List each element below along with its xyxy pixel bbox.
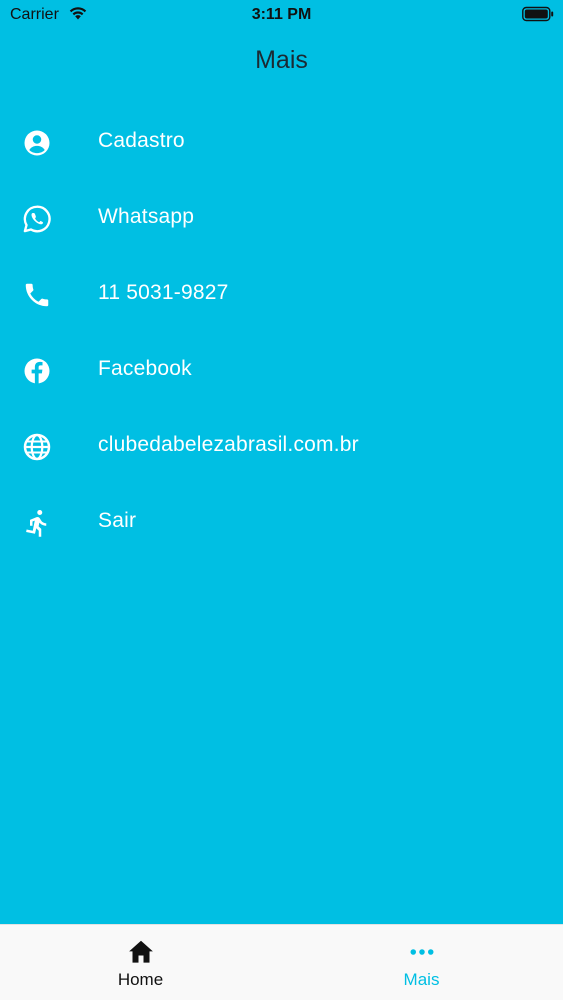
menu-item-label: Sair: [98, 509, 137, 532]
whatsapp-icon: [22, 204, 52, 234]
battery-icon: [522, 6, 554, 27]
phone-icon: [22, 280, 52, 310]
tab-label: Mais: [403, 970, 440, 989]
page-title: Mais: [255, 46, 308, 74]
menu-item-label: Whatsapp: [98, 205, 195, 228]
globe-icon: [22, 432, 52, 462]
tab-label: Home: [117, 970, 164, 989]
menu-item-label: Cadastro: [98, 129, 185, 152]
menu-item-facebook[interactable]: Facebook: [0, 332, 563, 408]
menu-item-label: clubedabelezabrasil.com.br: [98, 433, 359, 456]
more-dots-icon: [407, 937, 437, 967]
tab-mais[interactable]: Mais: [281, 925, 562, 1000]
tab-home[interactable]: Home: [0, 925, 281, 1000]
menu-item-label: 11 5031-9827: [98, 281, 229, 304]
menu-item-label: Facebook: [98, 357, 192, 380]
bottom-tab-bar: Home Mais: [0, 924, 563, 1000]
status-time: 3:11 PM: [251, 6, 312, 23]
menu-item-phone[interactable]: 11 5031-9827: [0, 256, 563, 332]
menu-item-sair[interactable]: Sair: [0, 484, 563, 560]
account-circle-icon: [22, 128, 52, 158]
home-icon: [126, 937, 156, 967]
menu-item-website[interactable]: clubedabelezabrasil.com.br: [0, 408, 563, 484]
more-menu-list: Cadastro Whatsapp 11 5031-9827 Facebook: [0, 104, 563, 560]
status-bar: Carrier 3:11 PM: [0, 0, 563, 30]
facebook-icon: [22, 356, 52, 386]
menu-item-cadastro[interactable]: Cadastro: [0, 104, 563, 180]
menu-item-whatsapp[interactable]: Whatsapp: [0, 180, 563, 256]
running-person-icon: [22, 508, 52, 538]
